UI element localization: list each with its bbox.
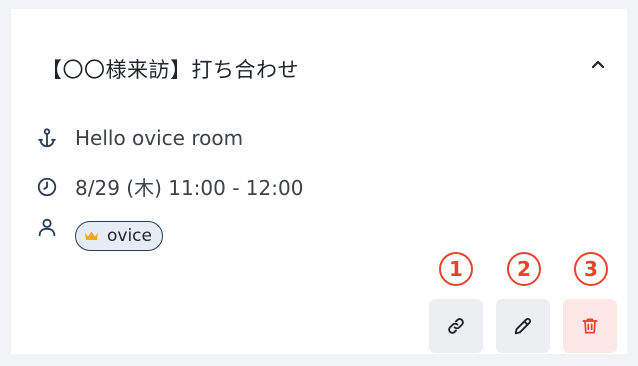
event-title: 【〇〇様来訪】打ち合わせ	[41, 58, 299, 82]
clock-icon	[35, 175, 59, 199]
trash-icon	[582, 318, 598, 334]
location-text: Hello ovice room	[75, 126, 244, 150]
participants-row: ovice	[35, 215, 163, 251]
annotation-number-3: 3	[574, 252, 608, 286]
crown-icon	[84, 230, 99, 242]
pencil-icon	[514, 318, 531, 335]
event-card: 【〇〇様来訪】打ち合わせ Hello ovice room 8/29 (木) 1…	[11, 9, 627, 354]
delete-button[interactable]	[563, 299, 617, 353]
collapse-button[interactable]	[584, 50, 612, 78]
edit-button[interactable]	[496, 299, 550, 353]
annotation-number-1: 1	[439, 252, 473, 286]
location-row: Hello ovice room	[35, 126, 243, 150]
person-icon	[35, 215, 59, 239]
link-icon	[448, 318, 464, 334]
participant-chip[interactable]: ovice	[75, 221, 163, 251]
datetime-row: 8/29 (木) 11:00 - 12:00	[35, 172, 303, 201]
copy-link-button[interactable]	[429, 299, 483, 353]
datetime-text: 8/29 (木) 11:00 - 12:00	[75, 176, 304, 200]
chevron-up-icon	[591, 60, 605, 69]
annotation-number-2: 2	[507, 252, 541, 286]
anchor-icon	[35, 126, 59, 150]
participant-name: ovice	[107, 226, 152, 246]
